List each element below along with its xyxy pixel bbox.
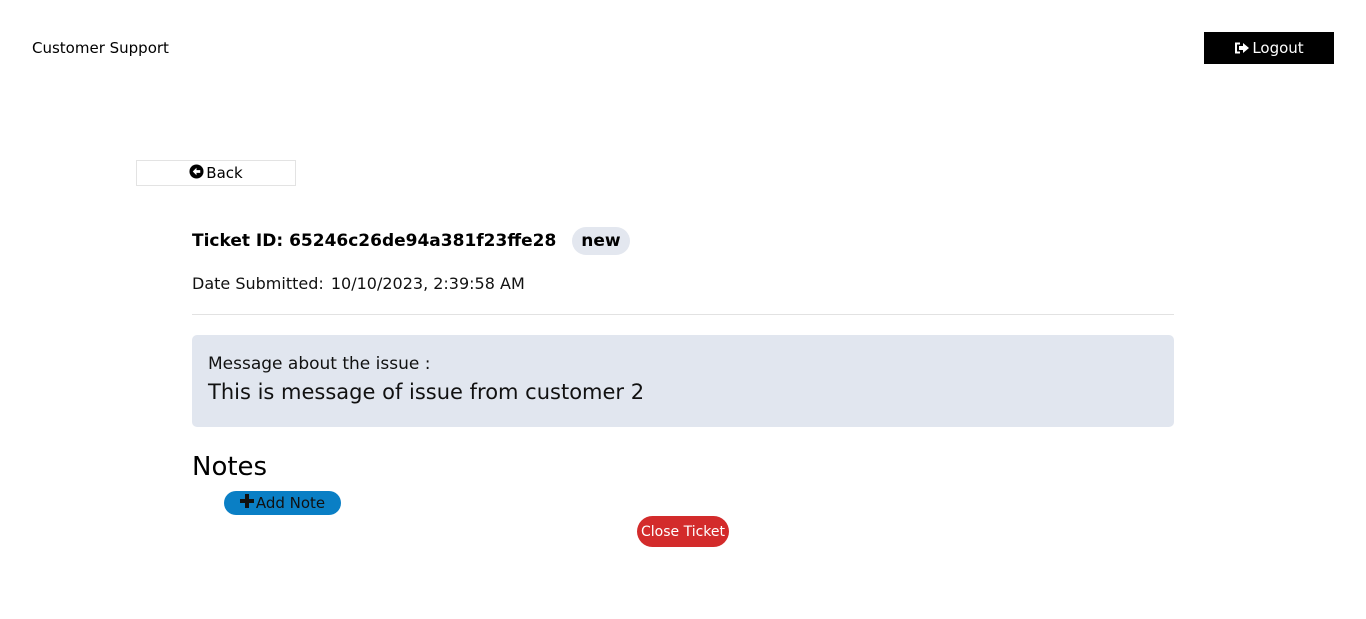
back-button[interactable]: Back (136, 160, 296, 186)
message-text: This is message of issue from customer 2 (208, 380, 645, 404)
close-ticket-button[interactable]: Close Ticket (637, 516, 729, 547)
notes-heading: Notes (192, 452, 268, 482)
ticket-header: Ticket ID: 65246c26de94a381f23ffe28 new (192, 226, 630, 256)
brand-title[interactable]: Customer Support (32, 39, 169, 57)
issue-message-box: Message about the issue : This is messag… (192, 335, 1174, 427)
plus-icon (239, 494, 254, 512)
add-note-button[interactable]: Add Note (224, 491, 341, 515)
logout-button[interactable]: Logout (1204, 32, 1334, 64)
logout-label: Logout (1252, 39, 1304, 57)
message-label: Message about the issue : (208, 354, 431, 374)
arrow-circle-left-icon (189, 163, 204, 183)
ticket-id: Ticket ID: 65246c26de94a381f23ffe28 (192, 231, 557, 251)
date-label: Date Submitted: (192, 274, 324, 293)
sign-out-icon (1234, 41, 1250, 55)
status-badge: new (572, 227, 630, 255)
app-header: Customer Support Logout (0, 0, 1366, 96)
date-value: 10/10/2023, 2:39:58 AM (330, 274, 525, 293)
back-label: Back (206, 164, 243, 182)
date-submitted: Date Submitted: 10/10/2023, 2:39:58 AM (192, 274, 525, 294)
divider (192, 314, 1174, 315)
add-note-label: Add Note (255, 494, 326, 512)
